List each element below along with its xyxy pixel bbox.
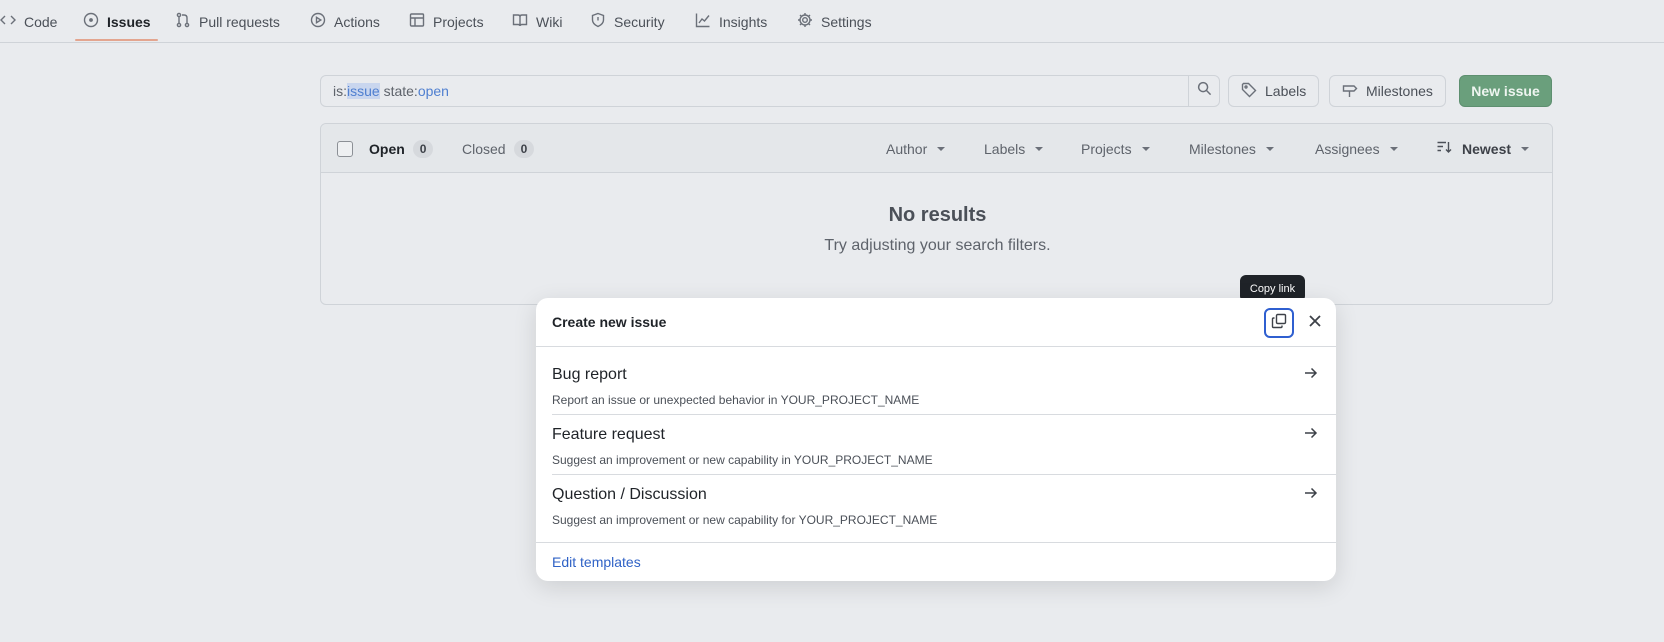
book-icon	[512, 12, 528, 31]
nav-tab-projects[interactable]: Projects	[409, 0, 484, 43]
empty-state-subtitle: Try adjusting your search filters.	[824, 237, 1051, 254]
projects-filter[interactable]: Projects	[1081, 124, 1150, 173]
nav-tab-label: Projects	[433, 13, 484, 30]
closed-issues-tab[interactable]: Closed 0	[462, 124, 535, 173]
play-icon	[310, 12, 326, 31]
filter-label: Assignees	[1315, 140, 1380, 157]
template-name: Bug report	[552, 366, 627, 383]
caret-down-icon	[1265, 146, 1274, 151]
copy-link-button[interactable]	[1264, 308, 1294, 338]
edit-templates-link[interactable]: Edit templates	[552, 554, 641, 570]
graph-icon	[695, 12, 711, 31]
issues-list: Open 0 Closed 0 Author Labels Projects M…	[320, 123, 1553, 305]
new-issue-button[interactable]: New issue	[1459, 75, 1552, 107]
nav-tab-label: Code	[24, 13, 58, 30]
sort-desc-icon	[1436, 139, 1452, 158]
milestones-button-label: Milestones	[1366, 83, 1433, 99]
arrow-right-icon	[1304, 426, 1320, 442]
author-filter[interactable]: Author	[886, 124, 946, 173]
template-description: Report an issue or unexpected behavior i…	[552, 393, 920, 407]
template-item-feature-request[interactable]: Feature request Suggest an improvement o…	[536, 409, 1336, 469]
new-issue-label: New issue	[1471, 83, 1540, 99]
create-issue-dialog: Create new issue Bug report Report an is…	[536, 298, 1336, 581]
git-pull-request-icon	[175, 12, 191, 31]
filter-label: Milestones	[1189, 140, 1256, 157]
select-all-checkbox[interactable]	[337, 141, 353, 157]
issues-list-header: Open 0 Closed 0 Author Labels Projects M…	[321, 124, 1552, 173]
template-item-question-discussion[interactable]: Question / Discussion Suggest an improve…	[536, 469, 1336, 529]
search-qualifier: is:	[333, 83, 347, 99]
nav-tab-issues[interactable]: Issues	[83, 0, 151, 43]
filter-label: Newest	[1462, 140, 1512, 157]
search-icon	[1197, 81, 1212, 101]
nav-tab-label: Pull requests	[199, 13, 280, 30]
active-tab-indicator	[75, 39, 158, 41]
nav-tab-label: Security	[614, 13, 665, 30]
assignees-filter[interactable]: Assignees	[1315, 124, 1398, 173]
issue-opened-icon	[83, 12, 99, 31]
arrow-right-icon	[1304, 366, 1320, 382]
nav-tab-security[interactable]: Security	[590, 0, 665, 43]
empty-state-title: No results	[888, 204, 987, 226]
filter-label: Author	[886, 140, 928, 157]
closed-count-badge: 0	[513, 139, 535, 158]
repo-nav: Code Issues Pull requests Actions Projec…	[0, 0, 1664, 43]
search-token: open	[417, 83, 449, 99]
nav-tab-insights[interactable]: Insights	[695, 0, 767, 43]
nav-tab-label: Settings	[821, 13, 872, 30]
nav-tab-settings[interactable]: Settings	[797, 0, 872, 43]
caret-down-icon	[937, 146, 946, 151]
close-icon	[1309, 314, 1321, 332]
gear-icon	[797, 12, 813, 31]
template-description: Suggest an improvement or new capability…	[552, 453, 933, 467]
code-icon	[0, 12, 16, 31]
dialog-footer: Edit templates	[536, 542, 1336, 581]
copy-icon	[1271, 313, 1287, 334]
milestones-button[interactable]: Milestones	[1329, 75, 1446, 107]
nav-tab-actions[interactable]: Actions	[310, 0, 380, 43]
caret-down-icon	[1389, 146, 1398, 151]
open-issues-tab[interactable]: Open 0	[369, 124, 434, 173]
nav-tab-label: Insights	[719, 13, 768, 30]
filter-label: Projects	[1081, 140, 1132, 157]
labels-filter[interactable]: Labels	[984, 124, 1044, 173]
template-description: Suggest an improvement or new capability…	[552, 513, 938, 527]
nav-tab-label: Wiki	[536, 13, 563, 30]
template-name: Question / Discussion	[552, 486, 707, 503]
search-button[interactable]	[1188, 75, 1220, 107]
closed-tab-label: Closed	[462, 140, 506, 157]
open-count-badge: 0	[412, 139, 434, 158]
filter-label: Labels	[984, 140, 1026, 157]
caret-down-icon	[1141, 146, 1150, 151]
milestone-icon	[1342, 82, 1358, 101]
search-qualifier: state:	[379, 83, 418, 99]
sort-dropdown[interactable]: Newest	[1436, 124, 1530, 173]
dialog-title: Create new issue	[552, 314, 667, 330]
dialog-header: Create new issue	[536, 298, 1336, 347]
table-icon	[409, 12, 425, 31]
labels-button-label: Labels	[1265, 83, 1307, 99]
arrow-right-icon	[1304, 486, 1320, 502]
milestones-filter[interactable]: Milestones	[1189, 124, 1274, 173]
nav-tab-wiki[interactable]: Wiki	[512, 0, 562, 43]
template-name: Feature request	[552, 426, 665, 443]
nav-tab-label: Actions	[334, 13, 380, 30]
labels-button[interactable]: Labels	[1228, 75, 1320, 107]
nav-tab-label: Issues	[107, 13, 151, 30]
search-token: issue	[347, 83, 380, 99]
caret-down-icon	[1035, 146, 1044, 151]
open-tab-label: Open	[369, 140, 405, 157]
caret-down-icon	[1521, 146, 1530, 151]
close-dialog-button[interactable]	[1302, 310, 1328, 336]
nav-tab-pull-requests[interactable]: Pull requests	[175, 0, 280, 43]
tag-icon	[1241, 82, 1257, 101]
template-item-bug-report[interactable]: Bug report Report an issue or unexpected…	[536, 349, 1336, 409]
nav-tab-code[interactable]: Code	[0, 0, 57, 43]
issue-search-input[interactable]: is: issue state: open	[320, 75, 1189, 107]
shield-icon	[590, 12, 606, 31]
